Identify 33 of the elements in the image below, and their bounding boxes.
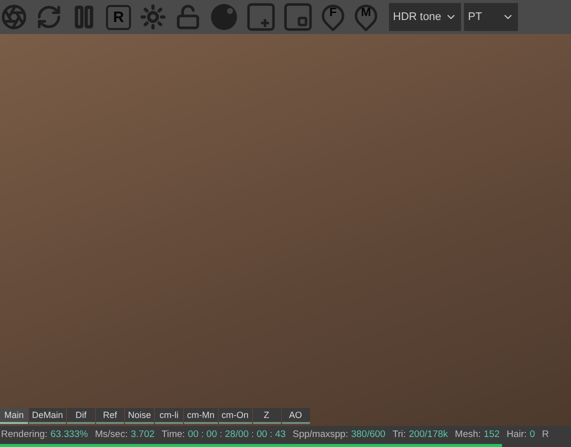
status-label: Rendering: bbox=[1, 428, 48, 442]
status-label: Mesh: bbox=[454, 428, 481, 442]
status-value: 3.702 bbox=[130, 428, 155, 442]
status-label: Tri: bbox=[392, 428, 406, 442]
refresh-icon[interactable] bbox=[36, 4, 62, 30]
aperture-icon[interactable] bbox=[1, 4, 27, 30]
status-value: 152 bbox=[484, 428, 500, 442]
render-pass-tab[interactable]: cm-li bbox=[155, 408, 184, 424]
status-label: Time: bbox=[162, 428, 185, 442]
status-label: Spp/maxspp: bbox=[292, 428, 348, 442]
render-pass-tab[interactable]: Dif bbox=[67, 408, 96, 424]
render-pass-tab[interactable]: Z bbox=[252, 408, 281, 424]
render-pass-tab[interactable]: Main bbox=[0, 408, 28, 424]
status-label: R bbox=[542, 428, 549, 442]
status-value: 200/178k bbox=[408, 428, 448, 442]
status-value: 0 bbox=[530, 428, 535, 442]
box-square-icon[interactable] bbox=[284, 3, 312, 31]
status-label: Ms/sec: bbox=[95, 428, 128, 442]
status-value: 380/600 bbox=[351, 428, 386, 442]
render-pass-tab[interactable]: Ref bbox=[96, 408, 124, 424]
status-label: Hair: bbox=[506, 428, 527, 442]
box-plus-icon[interactable] bbox=[247, 3, 275, 31]
render-pass-tab[interactable]: cm-On bbox=[218, 408, 252, 424]
status-value: 00 : 00 : 28/00 : 00 : 43 bbox=[188, 428, 286, 442]
unlock-icon[interactable] bbox=[175, 4, 201, 30]
sphere-icon[interactable] bbox=[210, 3, 238, 31]
render-pass-tab[interactable]: cm-Mn bbox=[184, 408, 218, 424]
status-value: 63.333% bbox=[50, 428, 88, 442]
render-pass-tab[interactable]: Noise bbox=[125, 408, 154, 424]
render-pass-tab[interactable]: AO bbox=[282, 408, 310, 424]
dropdown[interactable]: HDR tone bbox=[389, 3, 461, 31]
render-pass-tab[interactable]: DeMain bbox=[29, 408, 66, 424]
dropdown[interactable]: PT bbox=[464, 3, 518, 31]
